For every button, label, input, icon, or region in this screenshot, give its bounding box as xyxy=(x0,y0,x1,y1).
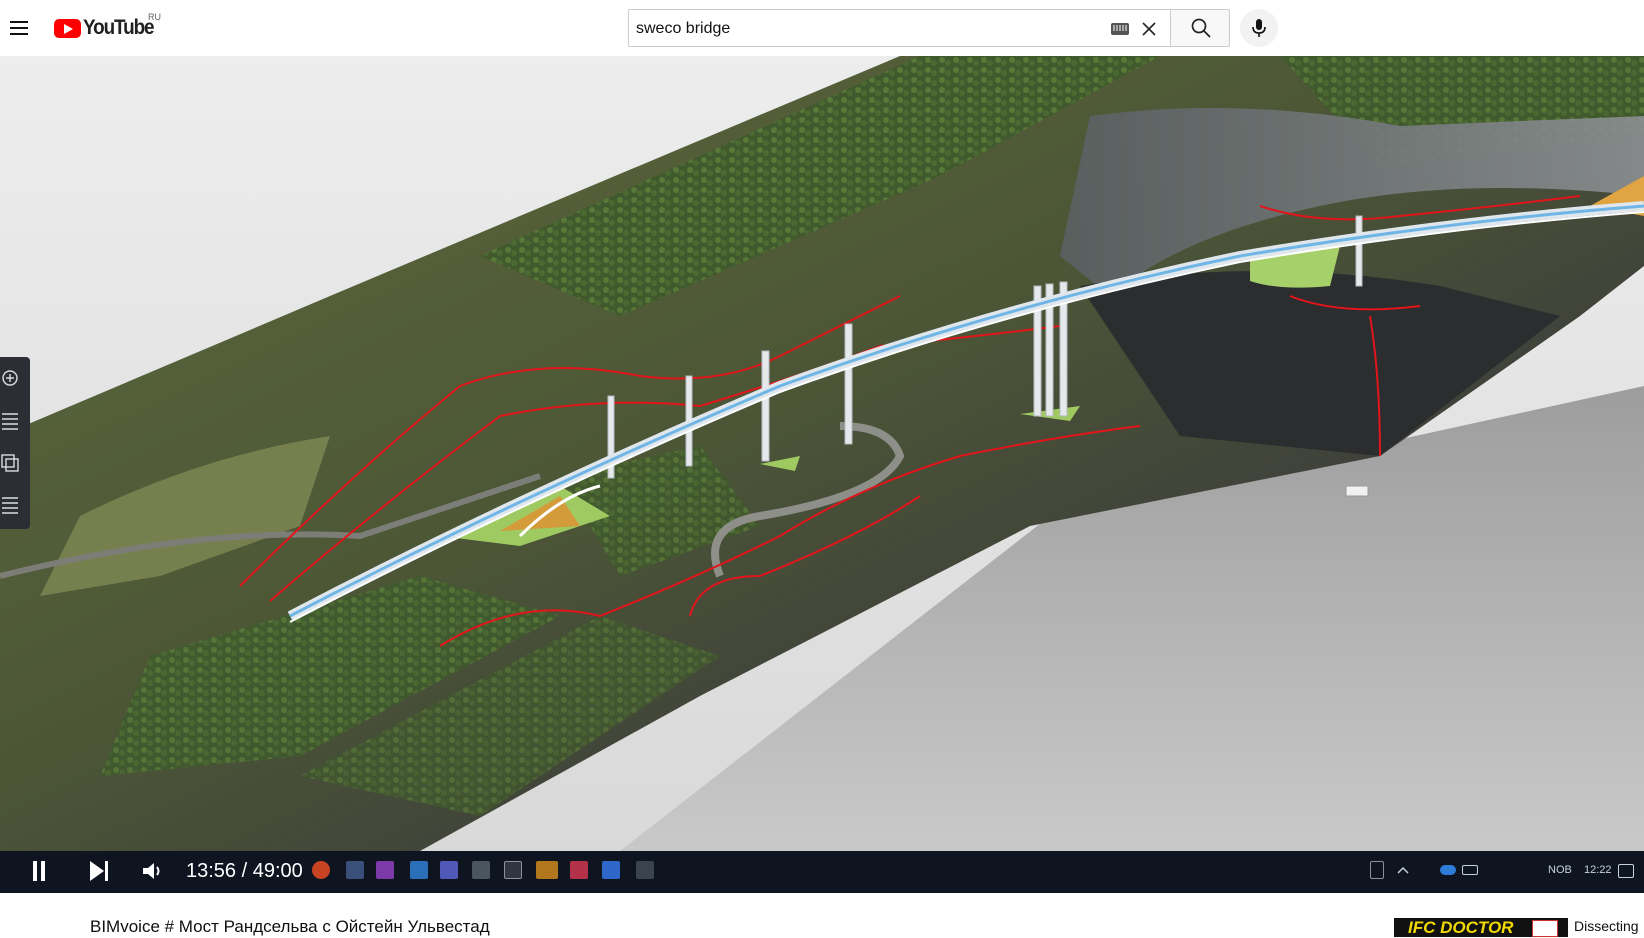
video-player[interactable] xyxy=(0,56,1644,851)
teams-icon[interactable] xyxy=(440,861,458,879)
search-button[interactable] xyxy=(1170,9,1230,47)
app-icon[interactable] xyxy=(602,861,620,879)
region-code: RU xyxy=(148,12,161,22)
below-player: BIMvoice # Мост Рандсельва с Ойстейн Уль… xyxy=(0,893,1644,937)
channel-banner[interactable]: IFC DOCTOR xyxy=(1394,918,1568,937)
list-icon[interactable] xyxy=(0,491,26,517)
related-video-title[interactable]: Dissecting xyxy=(1574,918,1644,934)
menu-icon[interactable] xyxy=(8,13,40,43)
microphone-icon xyxy=(1252,19,1266,37)
chevron-up-icon[interactable] xyxy=(1396,861,1410,879)
time-display: 13:56 / 49:00 xyxy=(186,860,303,882)
tray-language[interactable]: NOB xyxy=(1548,864,1572,876)
search-box xyxy=(628,9,1170,47)
explorer-icon[interactable] xyxy=(504,861,522,879)
notifications-icon[interactable] xyxy=(1618,864,1634,878)
volume-tray-icon[interactable] xyxy=(1502,861,1516,879)
list-icon[interactable] xyxy=(0,407,26,433)
battery-icon[interactable] xyxy=(1462,865,1478,875)
banner-logo xyxy=(1532,920,1558,937)
app-icon[interactable] xyxy=(472,861,490,879)
masthead: YouTube RU xyxy=(0,0,1644,56)
layers-icon[interactable] xyxy=(0,449,26,475)
player-controls-bar: 13:56 / 49:00 NOB 12:22 xyxy=(0,851,1644,893)
next-icon[interactable] xyxy=(88,861,110,881)
tray-clock[interactable]: 12:22 xyxy=(1584,864,1612,876)
powerpoint-icon[interactable] xyxy=(312,861,330,879)
viewer-side-panel xyxy=(0,357,30,529)
voice-search-button[interactable] xyxy=(1240,9,1278,47)
clear-search-icon[interactable] xyxy=(1139,19,1159,39)
search-icon xyxy=(1191,18,1211,38)
network-icon[interactable] xyxy=(1370,861,1384,879)
video-title[interactable]: BIMvoice # Мост Рандсельва с Ойстейн Уль… xyxy=(90,917,490,937)
calculator-icon[interactable] xyxy=(346,861,364,879)
pause-icon[interactable] xyxy=(30,861,50,881)
app-icon[interactable] xyxy=(570,861,588,879)
app-icon[interactable] xyxy=(410,861,428,879)
add-icon[interactable] xyxy=(0,365,26,391)
bridge-3d-scene xyxy=(0,56,1644,851)
keyboard-icon[interactable] xyxy=(1111,23,1129,35)
youtube-play-icon xyxy=(54,18,81,38)
logo-text: YouTube xyxy=(83,16,155,39)
app-icon[interactable] xyxy=(636,861,654,879)
cloud-icon[interactable] xyxy=(1440,865,1456,875)
youtube-logo[interactable]: YouTube xyxy=(54,16,161,40)
app-active-icon[interactable] xyxy=(536,861,558,879)
search-input[interactable] xyxy=(636,18,1076,40)
onenote-icon[interactable] xyxy=(376,861,394,879)
volume-icon[interactable] xyxy=(142,861,164,879)
banner-text: IFC DOCTOR xyxy=(1408,918,1514,937)
